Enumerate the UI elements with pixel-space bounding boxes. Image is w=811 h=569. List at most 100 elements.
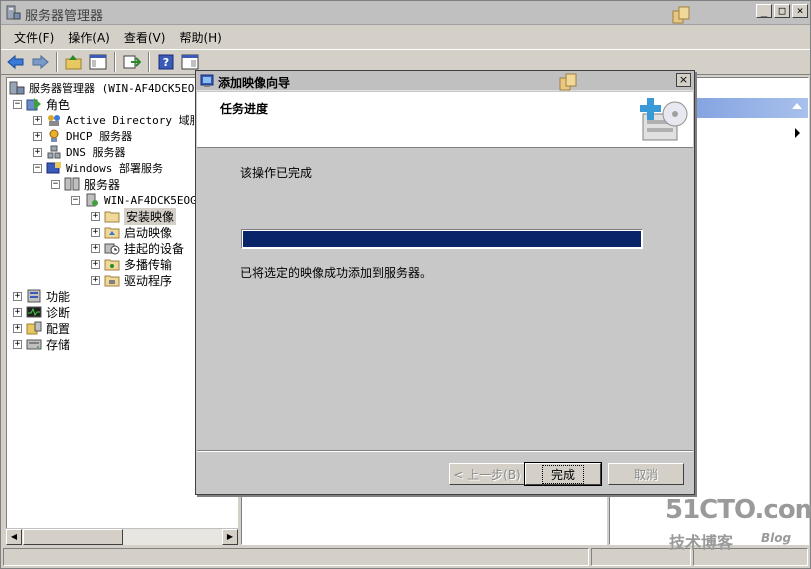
- features-icon: [27, 289, 41, 303]
- help-icon[interactable]: ?: [156, 52, 176, 72]
- menu-bar: 文件(F) 操作(A) 查看(V) 帮助(H): [1, 26, 810, 48]
- menu-file[interactable]: 文件(F): [7, 29, 61, 46]
- tree-label-wds: Windows 部署服务: [66, 162, 163, 175]
- roles-icon: [26, 98, 41, 111]
- cancel-button[interactable]: 取消: [608, 463, 684, 485]
- tree-node-multicast[interactable]: + 多播传输: [91, 256, 172, 272]
- server-manager-icon: [9, 81, 25, 95]
- menu-action[interactable]: 操作(A): [61, 29, 117, 46]
- page-title: 任务进度: [220, 102, 269, 116]
- dialog-title: 添加映像向导: [218, 76, 291, 90]
- tree-label-server: WIN-AF4DCK5EOGF: [104, 193, 204, 207]
- collapse-toggle[interactable]: −: [71, 195, 80, 205]
- server-icon: [86, 193, 98, 207]
- watermark: 51CTO.com 技术博客 Blog: [665, 495, 811, 555]
- windows-deployment-icon: [46, 162, 61, 174]
- scroll-thumb[interactable]: [23, 529, 123, 545]
- tree-node-dhcp[interactable]: + DHCP 服务器: [33, 128, 132, 144]
- tree-label-install-images: 安装映像: [124, 207, 177, 225]
- expand-toggle[interactable]: +: [91, 243, 100, 253]
- expand-toggle[interactable]: +: [91, 259, 100, 269]
- properties-icon[interactable]: [180, 52, 200, 72]
- tree-node-install-images[interactable]: + 安装映像: [91, 207, 177, 225]
- tree-label-roles: 角色: [46, 97, 71, 112]
- progress-bar: [241, 229, 643, 249]
- forward-icon[interactable]: [30, 52, 50, 72]
- watermark-sub: 技术博客: [669, 533, 734, 552]
- menu-help[interactable]: 帮助(H): [172, 29, 228, 46]
- expand-toggle[interactable]: +: [91, 227, 100, 237]
- up-folder-icon[interactable]: [64, 52, 84, 72]
- tree-node-root[interactable]: 服务器管理器 (WIN-AF4DCK5EOGF): [9, 80, 214, 96]
- scroll-left-icon[interactable]: ◀: [6, 529, 22, 545]
- expand-right-icon[interactable]: [795, 128, 800, 138]
- tree-label-configuration: 配置: [46, 321, 71, 336]
- tree-horizontal-scrollbar[interactable]: ◀ ▶: [6, 528, 238, 545]
- window-title: 服务器管理器: [25, 9, 104, 24]
- tree-node-configuration[interactable]: + 配置: [13, 320, 70, 336]
- expand-toggle[interactable]: +: [13, 339, 22, 349]
- tree-node-wds[interactable]: − Windows 部署服务: [33, 160, 163, 176]
- tree-node-storage[interactable]: + 存储: [13, 336, 70, 352]
- tree-node-ad[interactable]: + Active Directory 域服务: [33, 112, 212, 128]
- dialog-header: 任务进度: [197, 92, 693, 148]
- expand-toggle[interactable]: +: [33, 115, 42, 125]
- show-hide-tree-icon[interactable]: [88, 52, 108, 72]
- result-text: 已将选定的映像成功添加到服务器。: [240, 266, 433, 280]
- expand-toggle[interactable]: +: [33, 131, 42, 141]
- expand-toggle[interactable]: +: [13, 323, 22, 333]
- finish-button-label: 完成: [541, 464, 584, 484]
- dialog-close-button[interactable]: ×: [676, 73, 691, 87]
- tree-node-servers[interactable]: − 服务器: [51, 176, 120, 192]
- collapse-toggle[interactable]: −: [13, 99, 22, 109]
- tree-label-dns: DNS 服务器: [66, 146, 126, 159]
- back-button-label: < 上一步(B): [453, 467, 521, 482]
- collapse-toggle[interactable]: −: [33, 163, 42, 173]
- menu-view[interactable]: 查看(V): [117, 29, 173, 46]
- add-image-wizard-icon: [640, 98, 688, 141]
- folder-icon: [104, 211, 120, 223]
- tree-label-boot-images: 启动映像: [124, 225, 173, 240]
- tree-label-features: 功能: [46, 289, 71, 304]
- dialog-title-bar[interactable]: 添加映像向导 ×: [196, 71, 694, 91]
- scroll-right-icon[interactable]: ▶: [222, 529, 238, 545]
- export-list-icon[interactable]: [122, 52, 142, 72]
- tree-node-server[interactable]: − WIN-AF4DCK5EOGF: [71, 192, 203, 208]
- tree-label-pending-devices: 挂起的设备: [124, 241, 185, 256]
- tree-label-root: 服务器管理器 (WIN-AF4DCK5EOGF): [29, 82, 215, 95]
- tree-label-servers: 服务器: [84, 177, 121, 192]
- expand-toggle[interactable]: +: [91, 211, 100, 221]
- collapse-toggle[interactable]: −: [51, 179, 60, 189]
- watermark-main: 51CTO.com: [665, 495, 811, 525]
- boot-image-icon: [104, 227, 120, 239]
- tree-node-drivers[interactable]: + 驱动程序: [91, 272, 172, 288]
- maximize-button[interactable]: □: [774, 4, 790, 18]
- dns-icon: [47, 145, 61, 159]
- dhcp-icon: [49, 129, 59, 142]
- add-image-wizard: 添加映像向导 × 任务进度 该操作已完成 已将选定的映像成功添加到服务器。 < …: [195, 70, 695, 495]
- back-button[interactable]: < 上一步(B): [449, 463, 525, 485]
- expand-toggle[interactable]: +: [33, 147, 42, 157]
- back-icon[interactable]: [6, 52, 26, 72]
- finish-button[interactable]: 完成: [524, 462, 602, 486]
- expand-toggle[interactable]: +: [13, 307, 22, 317]
- toolbar-separator: [148, 52, 150, 72]
- diagnostics-icon: [26, 306, 42, 318]
- expand-toggle[interactable]: +: [91, 275, 100, 285]
- tree-node-pending-devices[interactable]: + 挂起的设备: [91, 240, 184, 256]
- tree-node-boot-images[interactable]: + 启动映像: [91, 224, 172, 240]
- title-bar[interactable]: 服务器管理器 _ □ ×: [1, 1, 810, 25]
- tree-node-roles[interactable]: − 角色: [13, 96, 70, 112]
- dialog-body: 该操作已完成 已将选定的映像成功添加到服务器。: [197, 149, 693, 449]
- active-directory-icon: [48, 115, 60, 126]
- tree-node-diagnostics[interactable]: + 诊断: [13, 304, 70, 320]
- status-cell: [3, 548, 589, 566]
- expand-toggle[interactable]: +: [13, 291, 22, 301]
- minimize-button[interactable]: _: [756, 4, 772, 18]
- status-text: 该操作已完成: [240, 166, 313, 180]
- collapse-up-icon[interactable]: [792, 103, 802, 109]
- close-button[interactable]: ×: [792, 4, 808, 18]
- tree-node-features[interactable]: + 功能: [13, 288, 70, 304]
- tree-node-dns[interactable]: + DNS 服务器: [33, 144, 126, 160]
- toolbar-separator: [56, 52, 58, 72]
